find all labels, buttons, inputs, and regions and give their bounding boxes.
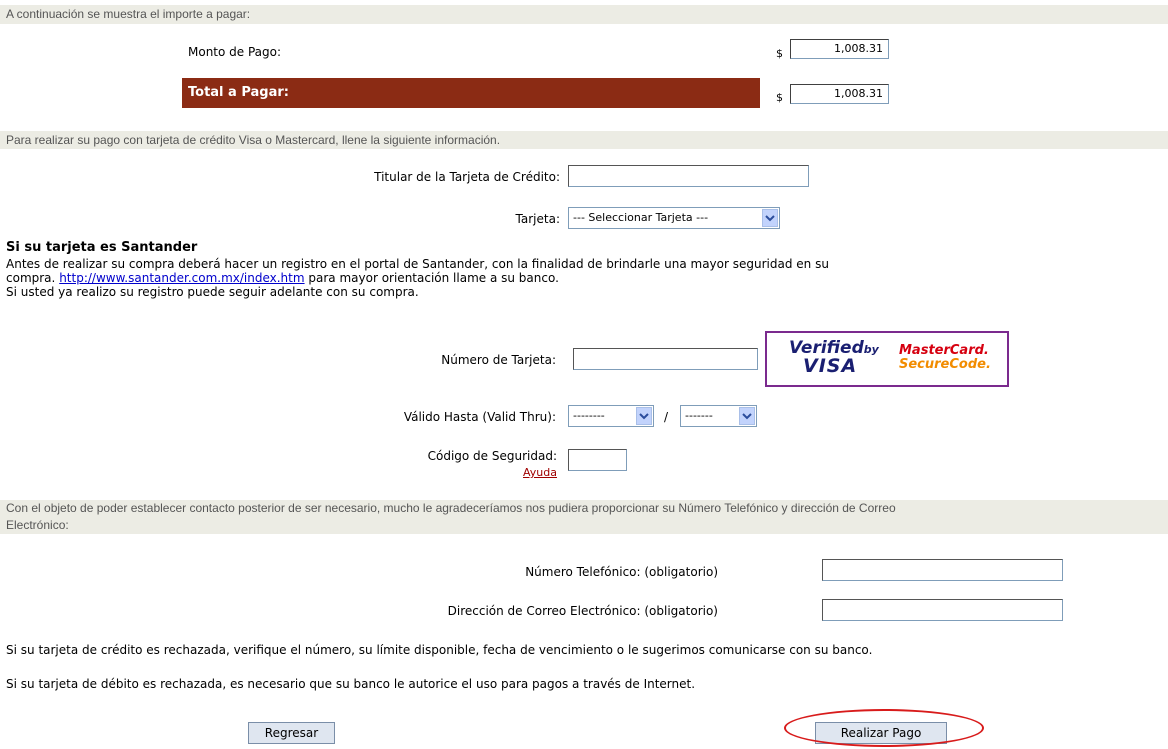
expiry-separator: / (664, 410, 669, 424)
contact-intro-line2: Electrónico: (6, 518, 69, 532)
expiry-month-select[interactable]: -------- (568, 405, 654, 427)
expiry-month-selected: -------- (573, 409, 605, 422)
cardholder-label: Titular de la Tarjeta de Crédito: (374, 170, 560, 184)
card-type-selected: --- Seleccionar Tarjeta --- (573, 211, 709, 224)
debit-card-note: Si su tarjeta de débito es rechazada, es… (6, 677, 696, 691)
payment-amount-label: Monto de Pago: (188, 45, 282, 59)
currency-symbol: $ (776, 47, 783, 60)
pay-button-highlight (784, 709, 984, 747)
card-number-input[interactable] (573, 348, 758, 370)
valid-thru-label: Válido Hasta (Valid Thru): (403, 410, 556, 424)
amount-intro-band: A continuación se muestra el importe a p… (0, 5, 1168, 24)
santander-title: Si su tarjeta es Santander (6, 240, 198, 255)
santander-line2-suffix: para mayor orientación llame a su banco. (308, 271, 559, 285)
total-to-pay-bar: Total a Pagar: (182, 78, 760, 108)
card-intro-band: Para realizar su pago con tarjeta de cré… (0, 131, 1168, 149)
total-to-pay-label: Total a Pagar: (188, 85, 289, 100)
card-intro-text: Para realizar su pago con tarjeta de cré… (6, 133, 501, 147)
security-code-label: Código de Seguridad: (427, 449, 557, 463)
secure-payment-logos: Verifiedby VISA MasterCard. SecureCode. (765, 331, 1009, 387)
santander-link[interactable]: http://www.santander.com.mx/index.htm (59, 271, 304, 285)
santander-line3: Si usted ya realizo su registro puede se… (6, 285, 419, 299)
card-type-label: Tarjeta: (515, 212, 560, 226)
expiry-year-select[interactable]: ------- (680, 405, 757, 427)
phone-input[interactable] (822, 559, 1063, 581)
mastercard-securecode-logo: MasterCard. SecureCode. (899, 344, 991, 372)
mc-logo-mastercard: MasterCard. (899, 343, 989, 358)
back-button[interactable]: Regresar (248, 722, 335, 744)
security-code-input[interactable] (568, 449, 627, 471)
amount-intro-text: A continuación se muestra el importe a p… (6, 7, 251, 21)
help-link[interactable]: Ayuda (523, 466, 557, 479)
chevron-down-icon[interactable] (739, 407, 755, 425)
cardholder-input[interactable] (568, 165, 809, 187)
expiry-year-selected: ------- (685, 409, 713, 422)
email-input[interactable] (822, 599, 1063, 621)
credit-card-note: Si su tarjeta de crédito es rechazada, v… (6, 643, 873, 657)
visa-logo-by: by (863, 343, 879, 356)
santander-line2-prefix: compra. (6, 271, 56, 285)
mc-logo-securecode: SecureCode. (899, 357, 991, 372)
email-label: Dirección de Correo Electrónico: (obliga… (447, 604, 718, 618)
contact-intro-band: Con el objeto de poder establecer contac… (0, 500, 1168, 534)
card-number-label: Número de Tarjeta: (441, 353, 556, 367)
phone-label: Número Telefónico: (obligatorio) (525, 565, 718, 579)
santander-line2: compra. http://www.santander.com.mx/inde… (6, 271, 559, 285)
currency-symbol: $ (776, 91, 783, 104)
chevron-down-icon[interactable] (762, 209, 778, 227)
card-type-select[interactable]: --- Seleccionar Tarjeta --- (568, 207, 780, 229)
chevron-down-icon[interactable] (636, 407, 652, 425)
verified-by-visa-logo: Verifiedby VISA (789, 340, 879, 377)
contact-intro-line1: Con el objeto de poder establecer contac… (6, 501, 896, 515)
visa-logo-visa: VISA (803, 355, 858, 377)
santander-line1: Antes de realizar su compra deberá hacer… (6, 257, 829, 271)
total-to-pay-value: 1,008.31 (790, 84, 889, 104)
payment-amount-value: 1,008.31 (790, 39, 889, 59)
